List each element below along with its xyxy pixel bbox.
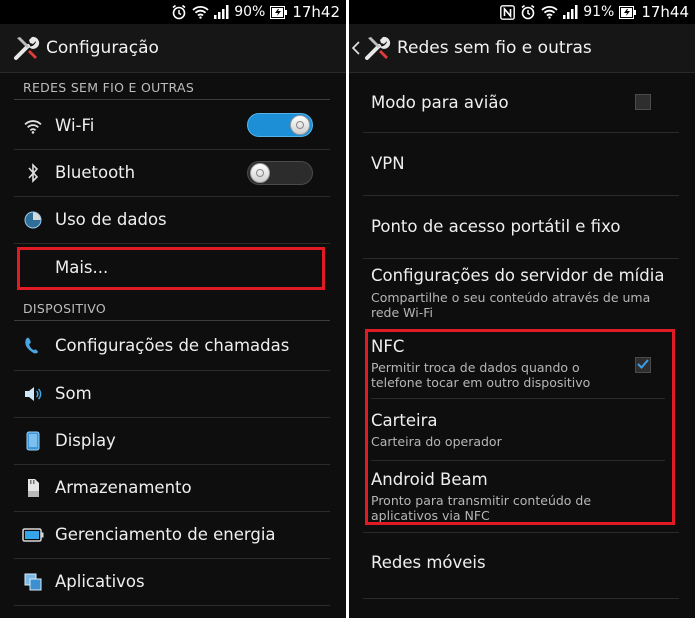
setting-item-wifi[interactable]: Wi-Fi xyxy=(0,102,346,149)
bluetooth-toggle[interactable] xyxy=(247,161,313,185)
battery-percent: 90% xyxy=(234,4,266,20)
settings-icon xyxy=(12,34,40,62)
power-management-label: Gerenciamento de energia xyxy=(55,525,276,544)
highlight-box-more xyxy=(17,247,325,290)
settings-icon xyxy=(363,34,391,62)
wifi-icon xyxy=(22,115,44,137)
mobile-networks-label: Redes móveis xyxy=(371,553,486,572)
setting-item-display[interactable]: Display xyxy=(0,418,346,465)
battery-status-icon xyxy=(270,5,288,19)
media-server-description: Compartilhe o seu conteúdo através de um… xyxy=(371,290,651,320)
sound-label: Som xyxy=(55,384,92,403)
hotspot-label: Ponto de acesso portátil e fixo xyxy=(371,217,621,236)
battery-percent: 91% xyxy=(583,4,615,20)
setting-item-airplane-mode[interactable]: Modo para avião xyxy=(349,72,695,132)
airplane-mode-checkbox[interactable] xyxy=(635,94,651,110)
toggle-knob xyxy=(290,115,310,135)
wifi-label: Wi-Fi xyxy=(55,116,95,135)
setting-item-call-settings[interactable]: Configurações de chamadas xyxy=(0,323,346,370)
toggle-knob xyxy=(250,163,270,183)
signal-icon xyxy=(214,5,229,19)
clock: 17h42 xyxy=(292,3,340,21)
clock: 17h44 xyxy=(641,3,689,21)
signal-icon xyxy=(563,5,578,19)
wifi-status-icon xyxy=(192,5,209,19)
setting-item-power-management[interactable]: Gerenciamento de energia xyxy=(0,512,346,559)
divider xyxy=(14,605,330,606)
apps-icon xyxy=(22,571,44,593)
bluetooth-label: Bluetooth xyxy=(55,163,136,182)
display-label: Display xyxy=(55,431,116,450)
setting-item-storage[interactable]: Armazenamento xyxy=(0,465,346,512)
speaker-icon xyxy=(22,383,44,405)
display-icon xyxy=(22,430,44,452)
wifi-toggle[interactable] xyxy=(247,113,313,137)
alarm-icon xyxy=(520,4,536,20)
data-usage-icon xyxy=(22,209,44,231)
nfc-status-icon xyxy=(500,4,516,20)
battery-status-icon xyxy=(619,5,637,19)
back-chevron-icon[interactable] xyxy=(352,41,360,55)
media-server-label: Configurações do servidor de mídia xyxy=(371,266,665,285)
storage-icon xyxy=(22,477,44,499)
action-bar: Configuração xyxy=(0,24,346,73)
setting-item-data-usage[interactable]: Uso de dados xyxy=(0,197,346,244)
page-title: Redes sem fio e outras xyxy=(397,38,592,58)
battery-icon xyxy=(22,524,44,546)
airplane-mode-label: Modo para avião xyxy=(371,93,509,112)
section-header-device: DISPOSITIVO xyxy=(0,295,346,321)
setting-item-sound[interactable]: Som xyxy=(0,371,346,418)
action-bar[interactable]: Redes sem fio e outras xyxy=(349,24,695,73)
storage-label: Armazenamento xyxy=(55,478,192,497)
highlight-box-nfc-group xyxy=(365,329,675,525)
data-usage-label: Uso de dados xyxy=(55,210,167,229)
setting-item-vpn[interactable]: VPN xyxy=(349,133,695,195)
setting-item-media-server[interactable]: Configurações do servidor de mídia Compa… xyxy=(349,259,695,328)
status-bar: 91% 17h44 xyxy=(349,0,695,24)
status-bar: 90% 17h42 xyxy=(0,0,346,24)
alarm-icon xyxy=(171,4,187,20)
wireless-networks-screen: 91% 17h44 Redes sem fio e outras Modo pa… xyxy=(349,0,695,618)
setting-item-mobile-networks[interactable]: Redes móveis xyxy=(349,533,695,595)
bluetooth-icon xyxy=(22,162,44,184)
setting-item-bluetooth[interactable]: Bluetooth xyxy=(0,150,346,197)
setting-item-hotspot[interactable]: Ponto de acesso portátil e fixo xyxy=(349,196,695,258)
divider xyxy=(363,598,679,599)
section-header-wireless: REDES SEM FIO E OUTRAS xyxy=(0,74,346,100)
vpn-label: VPN xyxy=(371,154,405,173)
apps-label: Aplicativos xyxy=(55,572,145,591)
page-title: Configuração xyxy=(46,38,159,58)
call-settings-label: Configurações de chamadas xyxy=(55,336,290,355)
setting-item-apps[interactable]: Aplicativos xyxy=(0,559,346,606)
wifi-status-icon xyxy=(541,5,558,19)
settings-screen: 90% 17h42 Configuração REDES SEM FIO E O… xyxy=(0,0,346,618)
phone-icon xyxy=(22,335,44,357)
